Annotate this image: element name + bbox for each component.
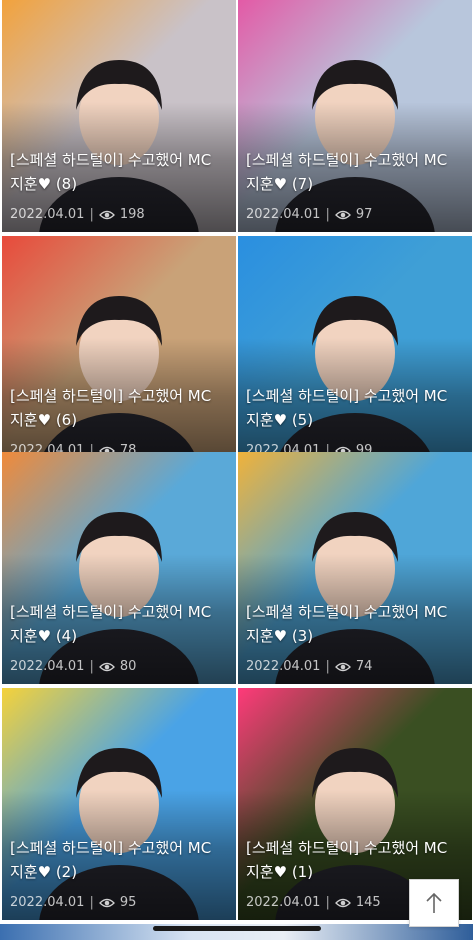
home-indicator[interactable]: [153, 926, 321, 931]
view-count: 74: [355, 659, 373, 674]
post-title-line-2: 지훈♥ (6): [10, 411, 78, 429]
post-meta: 2022.04.01 | 74: [246, 659, 372, 674]
post-title-line-1: [스페셜 하드털이] 수고했어 MC: [10, 839, 212, 857]
post-title[interactable]: [스페셜 하드털이] 수고했어 MC 지훈♥ (6): [10, 384, 228, 432]
eye-icon: [334, 210, 351, 219]
post-title[interactable]: [스페셜 하드털이] 수고했어 MC 지훈♥ (3): [246, 600, 464, 648]
post-date: 2022.04.01: [246, 895, 321, 910]
post-card[interactable]: [스페셜 하드털이] 수고했어 MC 지훈♥ (3) 2022.04.01 | …: [238, 452, 472, 684]
post-meta: 2022.04.01 | 95: [10, 895, 136, 910]
view-count: 80: [119, 659, 137, 674]
post-title[interactable]: [스페셜 하드털이] 수고했어 MC 지훈♥ (4): [10, 600, 228, 648]
eye-icon: [98, 210, 115, 219]
post-card[interactable]: [스페셜 하드털이] 수고했어 MC 지훈♥ (5) 2022.04.01 | …: [238, 236, 472, 468]
post-title-line-2: 지훈♥ (5): [246, 411, 314, 429]
post-card[interactable]: [스페셜 하드털이] 수고했어 MC 지훈♥ (8) 2022.04.01 | …: [2, 0, 236, 232]
meta-divider: |: [325, 207, 330, 222]
meta-divider: |: [89, 659, 94, 674]
post-title-line-1: [스페셜 하드털이] 수고했어 MC: [246, 839, 448, 857]
post-title-line-1: [스페셜 하드털이] 수고했어 MC: [10, 387, 212, 405]
post-title[interactable]: [스페셜 하드털이] 수고했어 MC 지훈♥ (2): [10, 836, 228, 884]
post-title-line-2: 지훈♥ (8): [10, 175, 78, 193]
post-card[interactable]: [스페셜 하드털이] 수고했어 MC 지훈♥ (2) 2022.04.01 | …: [2, 688, 236, 920]
post-title[interactable]: [스페셜 하드털이] 수고했어 MC 지훈♥ (5): [246, 384, 464, 432]
meta-divider: |: [89, 207, 94, 222]
post-title-line-2: 지훈♥ (7): [246, 175, 314, 193]
post-title[interactable]: [스페셜 하드털이] 수고했어 MC 지훈♥ (1): [246, 836, 464, 884]
view-count: 97: [355, 207, 373, 222]
post-date: 2022.04.01: [10, 659, 85, 674]
post-meta: 2022.04.01 | 198: [10, 207, 145, 222]
post-meta: 2022.04.01 | 97: [246, 207, 372, 222]
post-title-line-1: [스페셜 하드털이] 수고했어 MC: [246, 151, 448, 169]
post-title-line-1: [스페셜 하드털이] 수고했어 MC: [10, 151, 212, 169]
post-title-line-2: 지훈♥ (3): [246, 627, 314, 645]
eye-icon: [334, 898, 351, 907]
view-count: 198: [119, 207, 145, 222]
eye-icon: [98, 662, 115, 671]
post-meta: 2022.04.01 | 145: [246, 895, 381, 910]
meta-divider: |: [325, 659, 330, 674]
post-title-line-2: 지훈♥ (2): [10, 863, 78, 881]
meta-divider: |: [325, 895, 330, 910]
arrow-up-icon: [426, 892, 442, 913]
eye-icon: [334, 662, 351, 671]
post-title-line-1: [스페셜 하드털이] 수고했어 MC: [246, 603, 448, 621]
post-title[interactable]: [스페셜 하드털이] 수고했어 MC 지훈♥ (8): [10, 148, 228, 196]
post-date: 2022.04.01: [246, 207, 321, 222]
post-date: 2022.04.01: [10, 895, 85, 910]
view-count: 95: [119, 895, 137, 910]
post-title-line-2: 지훈♥ (4): [10, 627, 78, 645]
post-card[interactable]: [스페셜 하드털이] 수고했어 MC 지훈♥ (6) 2022.04.01 | …: [2, 236, 236, 468]
post-title[interactable]: [스페셜 하드털이] 수고했어 MC 지훈♥ (7): [246, 148, 464, 196]
post-date: 2022.04.01: [10, 207, 85, 222]
post-card[interactable]: [스페셜 하드털이] 수고했어 MC 지훈♥ (7) 2022.04.01 | …: [238, 0, 472, 232]
post-meta: 2022.04.01 | 80: [10, 659, 136, 674]
meta-divider: |: [89, 895, 94, 910]
post-title-line-1: [스페셜 하드털이] 수고했어 MC: [246, 387, 448, 405]
post-title-line-1: [스페셜 하드털이] 수고했어 MC: [10, 603, 212, 621]
eye-icon: [98, 898, 115, 907]
post-card[interactable]: [스페셜 하드털이] 수고했어 MC 지훈♥ (4) 2022.04.01 | …: [2, 452, 236, 684]
view-count: 145: [355, 895, 381, 910]
scroll-to-top-button[interactable]: [409, 879, 459, 927]
post-date: 2022.04.01: [246, 659, 321, 674]
